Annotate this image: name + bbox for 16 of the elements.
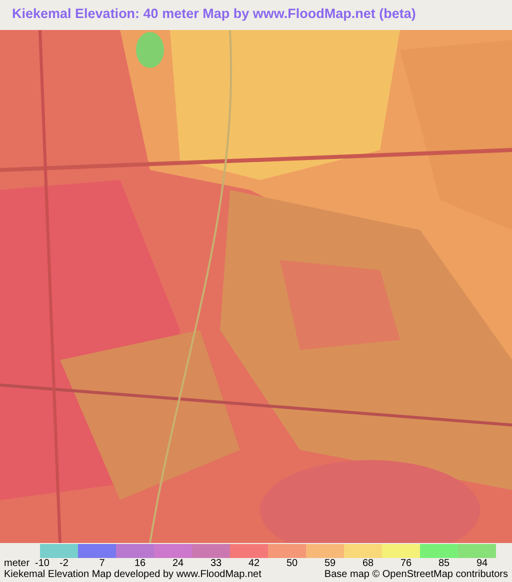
legend-value: 24 bbox=[171, 558, 185, 569]
legend-value: 94 bbox=[475, 558, 489, 569]
legend-value: 7 bbox=[98, 558, 106, 569]
legend-value: 50 bbox=[285, 558, 299, 569]
legend-value: 16 bbox=[133, 558, 147, 569]
legend-value: 68 bbox=[361, 558, 375, 569]
legend-value: 59 bbox=[323, 558, 337, 569]
legend-value: 33 bbox=[209, 558, 223, 569]
unit-label: meter bbox=[3, 558, 31, 569]
legend-value: 42 bbox=[247, 558, 261, 569]
legend-value: 85 bbox=[437, 558, 451, 569]
attribution-text: Base map © OpenStreetMap contributors bbox=[324, 569, 508, 581]
map-title: Kiekemal Elevation: 40 meter Map by www.FloodMap.net (beta) bbox=[11, 5, 417, 23]
credit-text: Kiekemal Elevation Map developed by www.FloodMap.net bbox=[4, 569, 262, 581]
legend-value: -10 bbox=[35, 558, 47, 569]
legend-value: 76 bbox=[399, 558, 413, 569]
